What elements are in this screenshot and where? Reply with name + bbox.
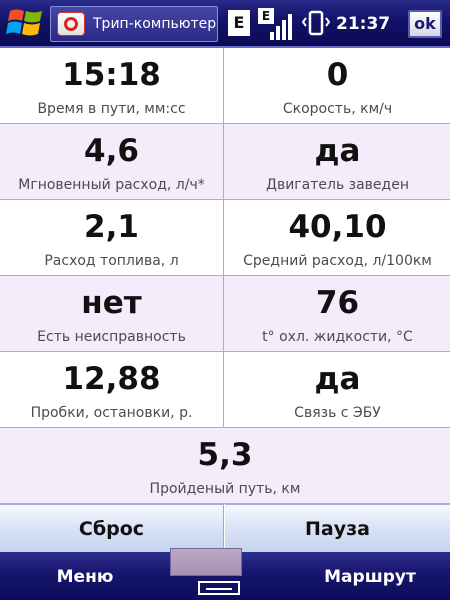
- metric-value: нет: [81, 285, 142, 321]
- soft-key-bar: Меню Маршрут: [0, 548, 450, 600]
- metric-cell-speed: 0 Скорость, км/ч: [225, 48, 450, 124]
- metric-cell-fuel-used: 2,1 Расход топлива, л: [0, 200, 224, 276]
- metric-label: Скорость, км/ч: [282, 101, 393, 117]
- keyboard-icon[interactable]: [196, 580, 246, 596]
- metric-label: Расход топлива, л: [44, 253, 179, 269]
- metrics-row: 2,1 Расход топлива, л 40,10 Средний расх…: [0, 200, 450, 276]
- metric-value: 0: [326, 57, 349, 93]
- metric-cell-coolant-temperature: 76 t° охл. жидкости, °C: [225, 276, 450, 352]
- trip-computer-icon: [57, 12, 85, 36]
- metric-label: Мгновенный расход, л/ч*: [18, 177, 205, 193]
- signal-strength-icon[interactable]: [268, 8, 294, 40]
- metric-value: 4,6: [84, 133, 139, 169]
- metric-label: t° охл. жидкости, °C: [262, 329, 413, 345]
- title-bar: Трип-компьютер E E 21:37 ok: [0, 0, 450, 48]
- metric-cell-ecu-connection: да Связь с ЭБУ: [225, 352, 450, 428]
- route-softkey[interactable]: Маршрут: [300, 562, 440, 592]
- input-panel-tab[interactable]: [170, 548, 242, 576]
- metric-cell-trip-time: 15:18 Время в пути, мм:сс: [0, 48, 224, 124]
- metrics-row: 5,3 Пройденый путь, км: [0, 428, 450, 504]
- metric-cell-engine-running: да Двигатель заведен: [225, 124, 450, 200]
- metric-cell-instant-consumption: 4,6 Мгновенный расход, л/ч*: [0, 124, 224, 200]
- start-button[interactable]: [0, 0, 52, 46]
- reset-button[interactable]: Сброс: [0, 504, 224, 552]
- metric-value: 12,88: [62, 361, 161, 397]
- metrics-row: 4,6 Мгновенный расход, л/ч* да Двигатель…: [0, 124, 450, 200]
- metric-label: Время в пути, мм:сс: [37, 101, 186, 117]
- app-title-tab[interactable]: Трип-компьютер: [50, 6, 218, 42]
- metric-label: Есть неисправность: [37, 329, 186, 345]
- tray-e-icon[interactable]: E: [228, 10, 250, 36]
- metric-value: да: [314, 361, 361, 397]
- metric-value: да: [314, 133, 361, 169]
- metrics-row: 12,88 Пробки, остановки, р. да Связь с Э…: [0, 352, 450, 428]
- metric-value: 15:18: [62, 57, 161, 93]
- metric-label: Связь с ЭБУ: [294, 405, 381, 421]
- menu-softkey[interactable]: Меню: [30, 562, 140, 592]
- metric-value: 76: [315, 285, 360, 321]
- app-title: Трип-компьютер: [93, 16, 217, 32]
- metric-label: Двигатель заведен: [266, 177, 409, 193]
- metric-value: 5,3: [197, 437, 253, 473]
- phone-vibrate-icon[interactable]: [300, 10, 332, 38]
- windows-flag-icon: [6, 9, 42, 36]
- metric-value: 2,1: [84, 209, 139, 245]
- metrics-row: 15:18 Время в пути, мм:сс 0 Скорость, км…: [0, 48, 450, 124]
- metric-cell-malfunction: нет Есть неисправность: [0, 276, 224, 352]
- ok-button[interactable]: ok: [408, 10, 442, 38]
- metric-cell-average-consumption: 40,10 Средний расход, л/100км: [225, 200, 450, 276]
- action-buttons: Сброс Пауза: [0, 504, 450, 552]
- pause-button[interactable]: Пауза: [225, 504, 450, 552]
- metric-cell-traffic-stops: 12,88 Пробки, остановки, р.: [0, 352, 224, 428]
- metrics-row: нет Есть неисправность 76 t° охл. жидкос…: [0, 276, 450, 352]
- clock[interactable]: 21:37: [336, 10, 400, 38]
- metric-value: 40,10: [288, 209, 387, 245]
- metric-label: Пройденый путь, км: [149, 481, 301, 497]
- metric-label: Пробки, остановки, р.: [30, 405, 193, 421]
- metric-label: Средний расход, л/100км: [243, 253, 432, 269]
- metric-cell-distance: 5,3 Пройденый путь, км: [0, 428, 450, 504]
